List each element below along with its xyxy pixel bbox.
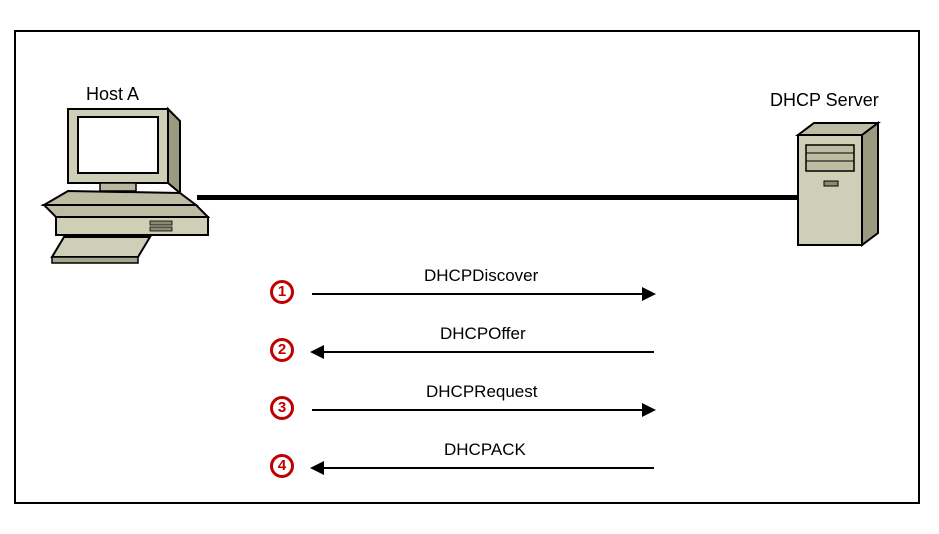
step-arrow-3 (312, 409, 654, 411)
diagram-canvas: Host A DHCP Server (0, 0, 939, 534)
step-circle-1: 1 (270, 280, 294, 304)
step-circle-4: 4 (270, 454, 294, 478)
step-circle-3: 3 (270, 396, 294, 420)
dhcp-server-icon (794, 121, 884, 251)
network-link-line (197, 195, 797, 200)
step-label-3: DHCPRequest (426, 382, 538, 402)
step-arrow-4 (312, 467, 654, 469)
step-arrow-1 (312, 293, 654, 295)
dhcp-server-label: DHCP Server (770, 90, 879, 111)
step-label-4: DHCPACK (444, 440, 526, 460)
step-label-2: DHCPOffer (440, 324, 526, 344)
step-circle-2: 2 (270, 338, 294, 362)
host-computer-icon (40, 105, 210, 265)
host-a-label: Host A (86, 84, 139, 105)
step-arrow-2 (312, 351, 654, 353)
step-label-1: DHCPDiscover (424, 266, 538, 286)
